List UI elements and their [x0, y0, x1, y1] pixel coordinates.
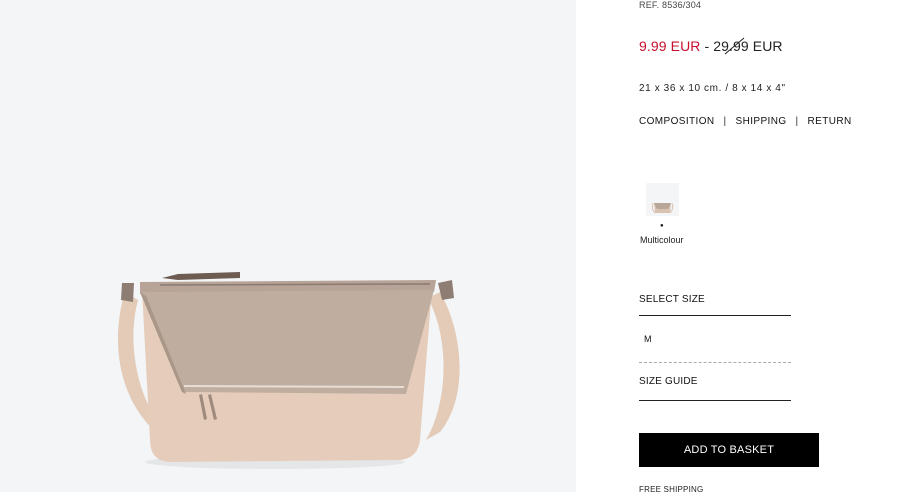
link-divider: |: [723, 116, 727, 127]
price-separator: -: [700, 38, 714, 54]
size-option-m[interactable]: M: [644, 334, 652, 344]
divider: [639, 315, 791, 316]
bag-thumbnail-icon: [651, 202, 674, 214]
shipping-link[interactable]: SHIPPING: [736, 116, 787, 127]
divider: [639, 362, 791, 363]
product-info-panel: REF. 8536/304 9.99 EUR - 29.99 EUR 21 x …: [639, 0, 912, 494]
strikethrough-icon: [724, 37, 745, 55]
selected-dot-icon: ●: [660, 223, 664, 229]
info-links: COMPOSITION | SHIPPING | RETURN: [639, 116, 852, 127]
return-link[interactable]: RETURN: [808, 116, 852, 127]
product-dimensions: 21 x 36 x 10 cm. / 8 x 14 x 4": [639, 83, 786, 94]
size-guide-link[interactable]: SIZE GUIDE: [639, 376, 698, 387]
sale-price: 9.99 EUR: [639, 38, 701, 54]
free-shipping-text: FREE SHIPPING: [639, 485, 704, 494]
color-swatch-multicolour[interactable]: [646, 183, 679, 216]
divider: [639, 400, 791, 401]
bag-illustration: [117, 272, 460, 469]
composition-link[interactable]: COMPOSITION: [639, 116, 715, 127]
price-block: 9.99 EUR - 29.99 EUR: [639, 37, 783, 55]
product-reference: REF. 8536/304: [639, 0, 702, 10]
original-price: 29.99 EUR: [713, 37, 783, 55]
product-image: [0, 0, 576, 492]
add-to-basket-button[interactable]: ADD TO BASKET: [639, 433, 819, 467]
color-label: Multicolour: [640, 235, 684, 245]
select-size-label: SELECT SIZE: [639, 294, 705, 305]
link-divider: |: [795, 116, 799, 127]
